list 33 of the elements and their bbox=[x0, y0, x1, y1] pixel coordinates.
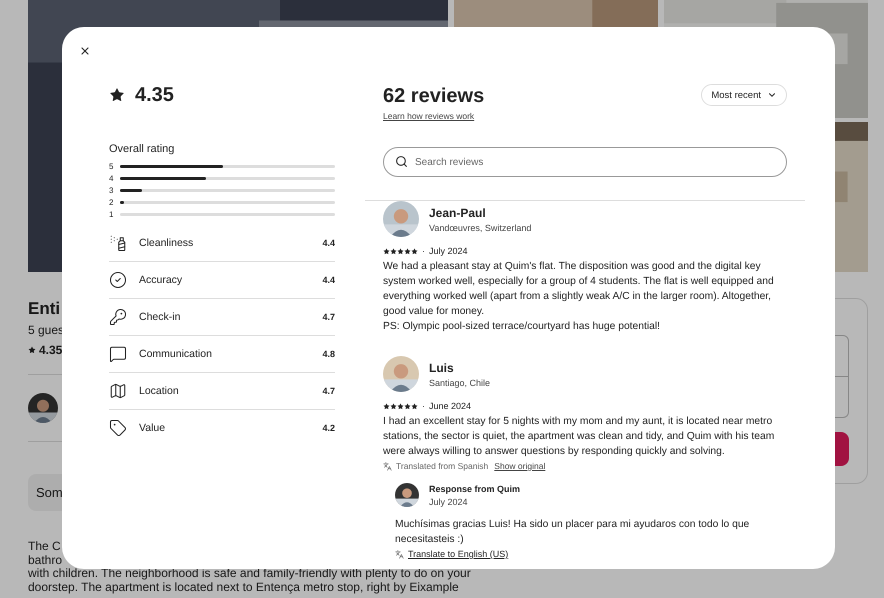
separator: · bbox=[422, 401, 425, 411]
review-text: PS: Olympic pool-sized terrace/courtyard has huge potential! bbox=[383, 320, 662, 334]
category-score: 4.8 bbox=[322, 349, 335, 359]
category-score: 4.7 bbox=[322, 386, 335, 396]
response-date: July 2024 bbox=[429, 496, 469, 506]
description-line: The C bbox=[28, 540, 61, 554]
response-text: Muchísimas gracias Luis! Ha sido un placer para mi ayudaros con todo lo que necesitasteis :) bbox=[395, 518, 750, 547]
translation-note: Translated from Spanish bbox=[396, 461, 488, 471]
sort-dropdown[interactable]: Most recent bbox=[701, 84, 787, 106]
category-label: Location bbox=[139, 385, 180, 397]
search-field[interactable]: Search reviews bbox=[383, 147, 787, 177]
show-original-link[interactable]: Show original bbox=[494, 461, 546, 471]
reviewer-location: Vandœuvres, Switzerland bbox=[429, 222, 532, 232]
category-score: 4.7 bbox=[322, 312, 335, 322]
review-text: I had an excellent stay for 5 nights with my mom and my aunt, it is located near metro stations, the sector is quiet, the apartment was clean and tidy, and Quim with his team were always willing to answer questions by responding quickly and solving. bbox=[383, 415, 776, 459]
description-line: with children. The neighborhood is safe and family-friendly with plenty to do on your bbox=[28, 567, 471, 580]
reviewer-name: Luis bbox=[429, 360, 455, 374]
listing-rating: 4.35 bbox=[39, 342, 62, 359]
response-title: Response from Quim bbox=[429, 484, 520, 494]
notice-text: Som bbox=[36, 485, 63, 500]
category-label: Value bbox=[139, 422, 166, 434]
category-score: 4.2 bbox=[322, 423, 335, 433]
listing-title: Enti bbox=[28, 298, 60, 320]
category-label: Communication bbox=[139, 348, 213, 360]
reviewer-location: Santiago, Chile bbox=[429, 378, 490, 388]
translate-link[interactable]: Translate to English (US) bbox=[408, 549, 508, 559]
review-text: We had a pleasant stay at Quim's flat. The disposition was good and the digital key system worked well, especially for a group of 4 students. The flat is well equipped and everything worked well (apart from a slightly weak A/C in the larger room). Altogether, good value for money. bbox=[383, 260, 775, 319]
category-label: Accuracy bbox=[139, 274, 184, 286]
category-label: Check-in bbox=[139, 311, 182, 323]
description-line: bathro bbox=[28, 554, 62, 567]
category-score: 4.4 bbox=[322, 275, 335, 285]
review-date: June 2024 bbox=[429, 401, 472, 411]
description-line: doorstep. The apartment is located next to Entença metro stop, right by Eixample bbox=[28, 580, 459, 594]
